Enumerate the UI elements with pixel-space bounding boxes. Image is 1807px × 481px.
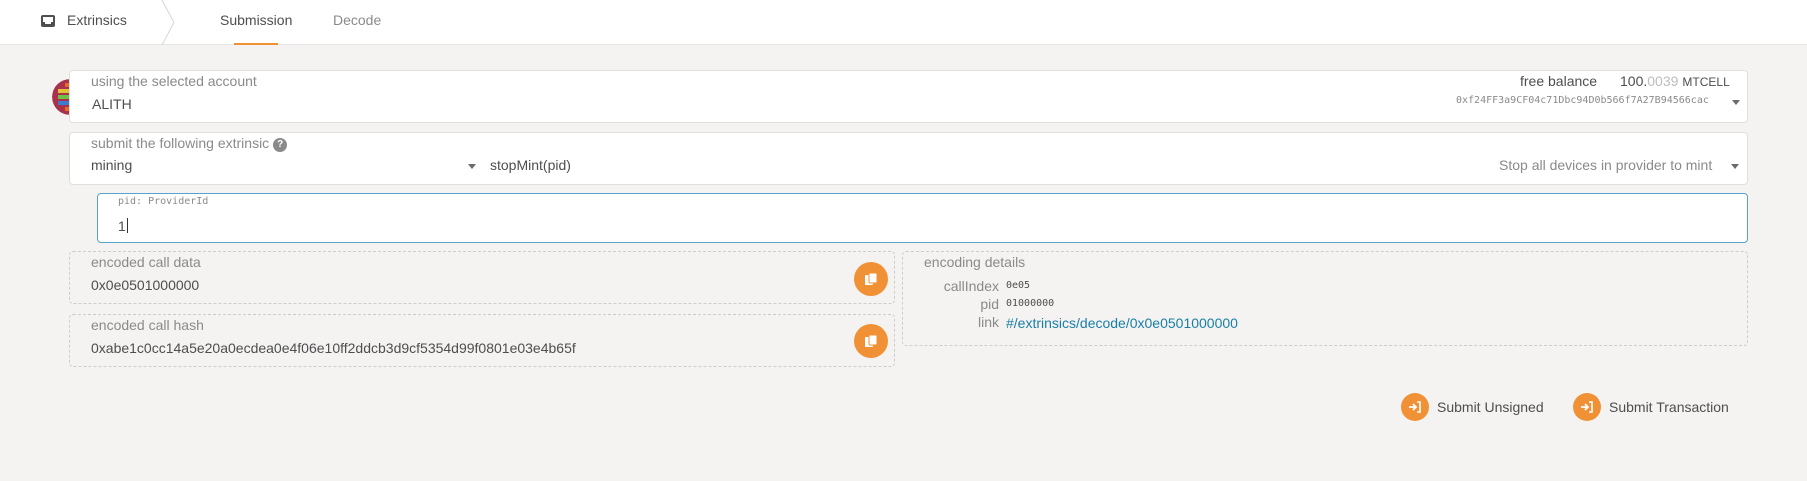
inbox-icon <box>41 15 55 27</box>
extrinsic-selector: submit the following extrinsic? mining s… <box>69 132 1748 185</box>
copy-call-data-button[interactable] <box>854 262 888 296</box>
balance-fraction: 0039 <box>1647 73 1679 89</box>
encoding-details-label: encoding details <box>924 254 1026 270</box>
pid-input-value: 1 <box>118 218 126 234</box>
encoded-call-hash-label: encoded call hash <box>91 317 204 333</box>
account-label: using the selected account <box>91 73 257 89</box>
copy-icon <box>865 334 878 347</box>
chevron-down-icon <box>1731 164 1739 169</box>
detail-value-callindex: 0e05 <box>1006 280 1031 291</box>
chevron-down-icon <box>468 164 476 169</box>
copy-call-hash-button[interactable] <box>854 324 888 358</box>
top-nav-bar: Extrinsics Submission Decode <box>0 0 1807 45</box>
chevron-down-icon <box>1732 100 1740 105</box>
encoded-call-data-label: encoded call data <box>91 254 201 270</box>
encoded-call-hash-value: 0xabe1c0cc14a5e20a0ecdea0e4f06e10ff2ddcb… <box>91 340 576 356</box>
submit-unsigned-label: Submit Unsigned <box>1437 399 1544 415</box>
section-extrinsics[interactable]: Extrinsics <box>0 0 175 45</box>
section-label: Extrinsics <box>67 12 127 28</box>
balance-label: free balance <box>1520 73 1598 89</box>
sign-in-icon <box>1401 393 1429 421</box>
pid-field[interactable]: pid: ProviderId 1 <box>97 193 1748 243</box>
encoded-call-data: encoded call data 0x0e0501000000 <box>69 251 895 304</box>
detail-key-callindex: callIndex <box>943 278 999 294</box>
text-cursor <box>126 218 128 233</box>
tab-submission[interactable]: Submission <box>220 0 292 45</box>
tab-decode[interactable]: Decode <box>333 0 381 45</box>
pid-input[interactable]: 1 <box>118 218 128 234</box>
sign-in-icon <box>1573 393 1601 421</box>
method-dropdown[interactable]: stopMint(pid) Stop all devices in provid… <box>490 133 1745 186</box>
encoded-call-hash: encoded call hash 0xabe1c0cc14a5e20a0ecd… <box>69 314 895 367</box>
tab-submission-label: Submission <box>220 12 293 28</box>
tab-decode-label: Decode <box>333 12 382 28</box>
balance-unit: MTCELL <box>1682 75 1730 89</box>
encoded-call-data-value: 0x0e0501000000 <box>91 277 200 293</box>
account-address: 0xf24FF3a9CF04c71Dbc94D0b566f7A27B94566c… <box>1456 95 1709 106</box>
balance-value: 100.0039 MTCELL <box>1620 73 1730 89</box>
submit-transaction-label: Submit Transaction <box>1609 399 1729 415</box>
pallet-dropdown[interactable]: mining <box>70 133 480 186</box>
method-value: stopMint(pid) <box>490 157 571 173</box>
pallet-value: mining <box>91 157 133 173</box>
account-name: ALITH <box>92 96 132 112</box>
submit-transaction-button[interactable]: Submit Transaction <box>1573 392 1729 422</box>
submit-unsigned-button[interactable]: Submit Unsigned <box>1401 392 1544 422</box>
balance-whole: 100. <box>1620 73 1648 89</box>
detail-key-pid: pid <box>980 296 999 312</box>
copy-icon <box>865 272 878 285</box>
detail-value-pid: 01000000 <box>1006 298 1055 309</box>
method-description: Stop all devices in provider to mint <box>1499 157 1713 173</box>
breadcrumb-separator-icon <box>161 0 175 45</box>
active-tab-indicator <box>234 43 278 45</box>
account-selector[interactable]: using the selected account ALITH free ba… <box>69 70 1748 123</box>
pid-label: pid: ProviderId <box>118 196 209 207</box>
encoding-details: encoding details callIndex 0e05 pid 0100… <box>902 251 1748 346</box>
decode-link[interactable]: #/extrinsics/decode/0x0e0501000000 <box>1006 315 1238 331</box>
detail-key-link: link <box>977 314 999 330</box>
